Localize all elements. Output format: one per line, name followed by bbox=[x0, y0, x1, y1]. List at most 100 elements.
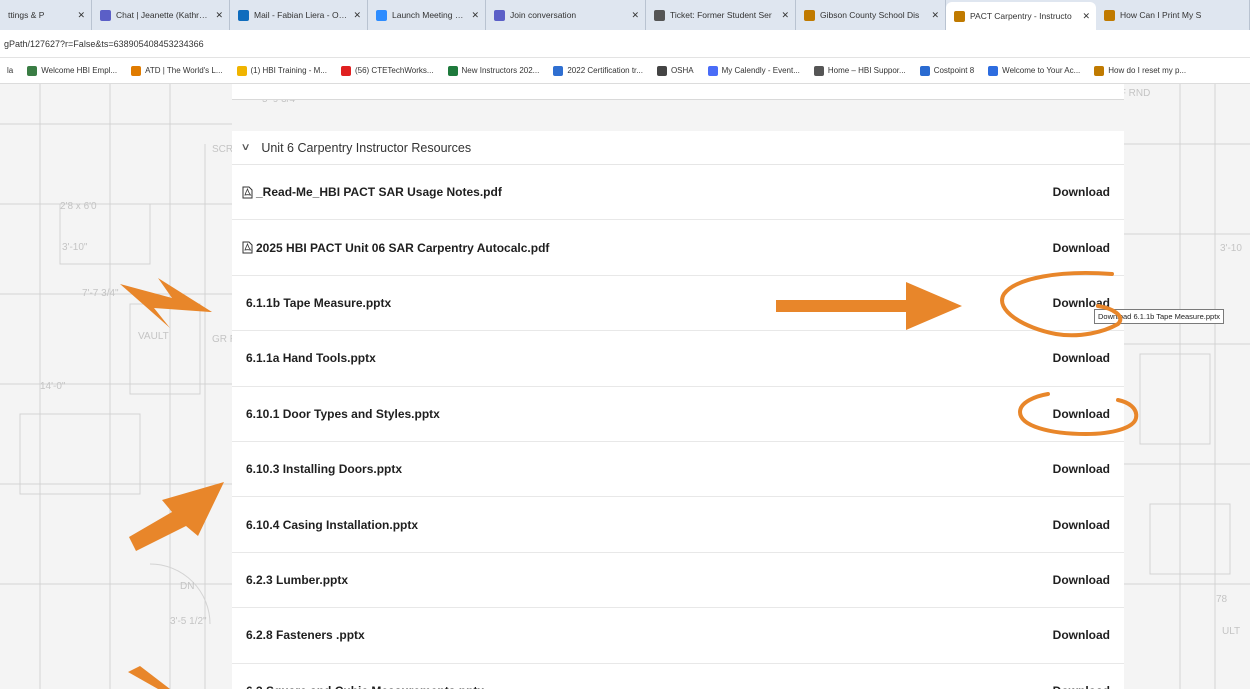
file-name: 6.10.3 Installing Doors.pptx bbox=[246, 462, 403, 477]
file-name-cell: 6.10.3 Installing Doors.pptx bbox=[242, 462, 402, 476]
blueprint-label: 14'-0" bbox=[40, 381, 66, 392]
address-url[interactable]: gPath/127627?r=False&ts=6389054084532343… bbox=[4, 39, 204, 49]
browser-tab[interactable]: Join conversation ✕ bbox=[486, 0, 646, 30]
bookmark-label: la bbox=[7, 66, 14, 75]
browser-tab-strip: ttings & P ✕ Chat | Jeanette (Kathryn) G ✕ M… bbox=[0, 0, 1250, 30]
file-row: 6.10.3 Installing Doors.pptx Download bbox=[232, 442, 1124, 498]
file-name-cell: 6.10.4 Casing Installation.pptx bbox=[242, 518, 418, 532]
tab-favicon-icon bbox=[376, 9, 387, 21]
browser-tab[interactable]: Ticket: Former Student Ser ✕ bbox=[646, 0, 796, 30]
file-row: 6.1.1a Hand Tools.pptx Download bbox=[232, 331, 1124, 387]
section-header[interactable]: ∨ Unit 6 Carpentry Instructor Resources bbox=[232, 131, 1124, 165]
tab-favicon-icon bbox=[494, 9, 505, 21]
browser-tab[interactable]: Chat | Jeanette (Kathryn) G ✕ bbox=[92, 0, 230, 30]
file-name: 6.1.1a Hand Tools.pptx bbox=[246, 351, 376, 366]
download-link[interactable]: Download bbox=[1053, 351, 1110, 365]
bookmark-favicon-icon bbox=[707, 65, 718, 76]
browser-tab[interactable]: PACT Carpentry - Instructo ✕ bbox=[946, 2, 1096, 30]
tab-title: How Can I Print My S bbox=[1120, 10, 1202, 20]
bookmark-item[interactable]: Costpoint 8 bbox=[913, 65, 981, 76]
file-name-cell: 2025 HBI PACT Unit 06 SAR Carpentry Auto… bbox=[242, 241, 549, 255]
bookmark-favicon-icon bbox=[236, 65, 247, 76]
download-link[interactable]: Download bbox=[1053, 296, 1110, 310]
page-content: 5'-9 3/4"2'8 x 6'03'-10"7'-7 3/4"VAULT14… bbox=[0, 84, 1250, 689]
browser-tab[interactable]: ttings & P ✕ bbox=[0, 0, 92, 30]
file-name: 6.1.1b Tape Measure.pptx bbox=[246, 295, 392, 310]
tab-favicon-icon bbox=[804, 9, 815, 21]
tab-title: Launch Meeting - Zoom bbox=[392, 10, 466, 20]
address-bar[interactable]: gPath/127627?r=False&ts=6389054084532343… bbox=[0, 30, 1250, 58]
bookmark-item[interactable]: (56) CTETechWorks... bbox=[334, 65, 441, 76]
bookmark-item[interactable]: OSHA bbox=[650, 65, 701, 76]
download-link[interactable]: Download bbox=[1053, 407, 1110, 421]
file-row: _Read-Me_HBI PACT SAR Usage Notes.pdf Dow… bbox=[232, 165, 1124, 221]
tab-title: Chat | Jeanette (Kathryn) G bbox=[116, 10, 210, 20]
file-name-cell: 6.3 Square and Cubic Measurements.pptx bbox=[242, 684, 484, 689]
browser-tab[interactable]: How Can I Print My S bbox=[1096, 0, 1250, 30]
tab-close-icon[interactable]: ✕ bbox=[781, 10, 789, 21]
previous-section-card bbox=[232, 84, 1124, 100]
tab-close-icon[interactable]: ✕ bbox=[471, 10, 479, 21]
tab-close-icon[interactable]: ✕ bbox=[631, 10, 639, 21]
download-link[interactable]: Download bbox=[1053, 185, 1110, 199]
bookmark-item[interactable]: 2022 Certification tr... bbox=[546, 65, 650, 76]
bookmark-item[interactable]: (1) HBI Training - M... bbox=[230, 65, 334, 76]
tab-title: PACT Carpentry - Instructo bbox=[970, 11, 1072, 21]
tab-close-icon[interactable]: ✕ bbox=[353, 10, 361, 21]
resources-section-card: ∨ Unit 6 Carpentry Instructor Resources … bbox=[232, 131, 1124, 689]
file-row: 2025 HBI PACT Unit 06 SAR Carpentry Auto… bbox=[232, 220, 1124, 276]
chevron-down-icon[interactable]: ∨ bbox=[241, 142, 251, 153]
bookmark-item[interactable]: Welcome HBI Empl... bbox=[20, 65, 124, 76]
bookmark-favicon-icon bbox=[447, 65, 458, 76]
bookmark-label: New Instructors 202... bbox=[461, 66, 540, 75]
file-name-cell: 6.10.1 Door Types and Styles.pptx bbox=[242, 407, 440, 421]
download-link[interactable]: Download bbox=[1053, 628, 1110, 642]
bookmark-favicon-icon bbox=[27, 65, 38, 76]
bookmark-favicon-icon bbox=[340, 65, 351, 76]
blueprint-label: DN bbox=[180, 581, 194, 592]
download-link[interactable]: Download bbox=[1053, 684, 1110, 689]
tab-close-icon[interactable]: ✕ bbox=[1082, 11, 1090, 22]
bookmark-label: ATD | The World's L... bbox=[145, 66, 223, 75]
bookmark-item[interactable]: How do I reset my p... bbox=[1087, 65, 1193, 76]
bookmark-favicon-icon bbox=[1094, 65, 1105, 76]
bookmark-favicon-icon bbox=[988, 65, 999, 76]
tab-close-icon[interactable]: ✕ bbox=[77, 10, 85, 21]
file-row: 6.2.3 Lumber.pptx Download bbox=[232, 553, 1124, 609]
bookmark-item[interactable]: New Instructors 202... bbox=[441, 65, 547, 76]
download-link[interactable]: Download bbox=[1053, 573, 1110, 587]
download-link[interactable]: Download bbox=[1053, 462, 1110, 476]
bookmark-label: Welcome to Your Ac... bbox=[1002, 66, 1081, 75]
section-title: Unit 6 Carpentry Instructor Resources bbox=[261, 140, 472, 155]
browser-tab[interactable]: Mail - Fabian Liera - Outlo ✕ bbox=[230, 0, 368, 30]
bookmark-label: (1) HBI Training - M... bbox=[250, 66, 327, 75]
file-name: _Read-Me_HBI PACT SAR Usage Notes.pdf bbox=[256, 185, 502, 200]
file-name: 6.10.1 Door Types and Styles.pptx bbox=[246, 406, 440, 421]
file-name-cell: 6.2.3 Lumber.pptx bbox=[242, 573, 348, 587]
blueprint-label: 78 bbox=[1216, 594, 1228, 605]
file-name: 6.2.3 Lumber.pptx bbox=[246, 572, 349, 587]
blueprint-label: VAULT bbox=[138, 331, 169, 342]
download-link[interactable]: Download bbox=[1053, 241, 1110, 255]
bookmark-item[interactable]: Home – HBI Suppor... bbox=[807, 65, 913, 76]
bookmark-favicon-icon bbox=[553, 65, 564, 76]
browser-tab[interactable]: Gibson County School Dis ✕ bbox=[796, 0, 946, 30]
file-name: 6.10.4 Casing Installation.pptx bbox=[246, 517, 419, 532]
tab-title: Join conversation bbox=[510, 10, 577, 20]
tab-close-icon[interactable]: ✕ bbox=[215, 10, 223, 21]
tab-title: ttings & P bbox=[8, 10, 45, 20]
bookmark-label: Home – HBI Suppor... bbox=[827, 66, 906, 75]
bookmark-item[interactable]: Welcome to Your Ac... bbox=[981, 65, 1087, 76]
file-row: 6.1.1b Tape Measure.pptx Download bbox=[232, 276, 1124, 332]
bookmark-favicon-icon bbox=[131, 65, 142, 76]
bookmark-item[interactable]: la bbox=[0, 66, 20, 75]
bookmark-item[interactable]: My Calendly - Event... bbox=[701, 65, 807, 76]
bookmark-item[interactable]: ATD | The World's L... bbox=[124, 65, 229, 76]
tab-favicon-icon bbox=[238, 9, 249, 21]
tab-close-icon[interactable]: ✕ bbox=[931, 10, 939, 21]
bookmark-label: How do I reset my p... bbox=[1108, 66, 1187, 75]
browser-tab[interactable]: Launch Meeting - Zoom ✕ bbox=[368, 0, 486, 30]
download-tooltip: Download 6.1.1b Tape Measure.pptx bbox=[1094, 309, 1225, 324]
blueprint-label: 2'8 x 6'0 bbox=[60, 201, 97, 212]
download-link[interactable]: Download bbox=[1053, 518, 1110, 532]
